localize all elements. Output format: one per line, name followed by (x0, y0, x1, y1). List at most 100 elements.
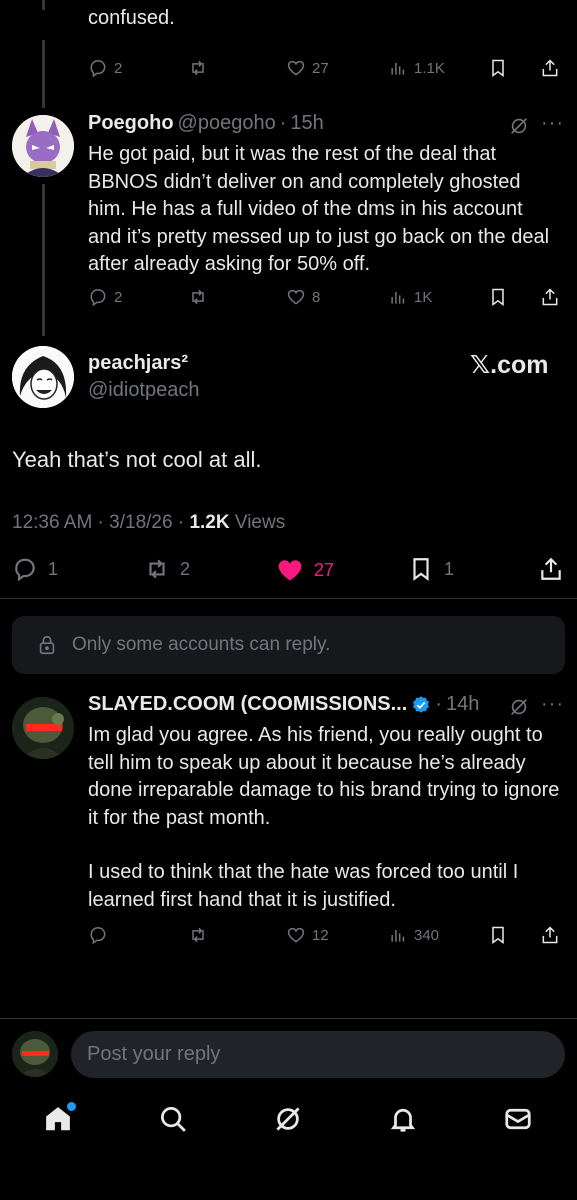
heart-icon-filled (278, 560, 302, 581)
thread-line-mid (42, 40, 45, 108)
messages-icon[interactable] (503, 1104, 533, 1139)
handle[interactable]: @poegoho (178, 112, 276, 135)
repost-button[interactable] (188, 287, 208, 307)
repost-button[interactable]: 2 (144, 556, 190, 582)
reply-button[interactable]: 2 (88, 287, 122, 307)
bookmark-button[interactable] (488, 287, 508, 307)
avatar-image (12, 697, 74, 759)
thread-line-poegoho (42, 184, 45, 336)
share-icon (542, 59, 558, 77)
views-icon (391, 292, 405, 304)
repost-button[interactable] (188, 58, 208, 78)
views-count: 340 (414, 926, 440, 944)
share-button[interactable] (540, 287, 560, 307)
grok-icon[interactable] (508, 696, 530, 723)
reply-button[interactable]: 2 (88, 58, 122, 78)
bookmark-icon (492, 926, 504, 944)
timestamp[interactable]: 14h (446, 693, 479, 716)
tweet-text-paragraph-1: Im glad you agree. As his friend, you re… (88, 724, 560, 829)
reply-restriction-banner: Only some accounts can reply. (12, 616, 565, 674)
grok-icon[interactable] (273, 1104, 303, 1139)
avatar[interactable] (12, 346, 74, 408)
avatar[interactable] (12, 115, 74, 177)
like-button[interactable]: 27 (276, 556, 334, 584)
repost-icon (192, 289, 204, 305)
post-action-row: 1 2 27 1 (12, 556, 567, 584)
share-icon (542, 926, 558, 944)
action-row: 12 340 (88, 925, 568, 949)
share-button[interactable] (540, 925, 560, 945)
like-count: 27 (314, 559, 335, 580)
reply-icon (90, 60, 106, 78)
repost-button[interactable] (188, 925, 208, 945)
notifications-icon[interactable] (388, 1104, 418, 1139)
action-row: 2 27 1.1K (88, 58, 568, 82)
repost-icon (192, 60, 204, 76)
reply-icon (90, 927, 106, 945)
handle[interactable]: @idiotpeach (88, 379, 199, 402)
brand-label: 𝕏.com (470, 351, 549, 379)
more-icon[interactable]: ··· (541, 693, 564, 716)
composer-divider (0, 1018, 577, 1019)
bookmark-icon (492, 288, 504, 306)
bottom-nav (0, 1090, 577, 1154)
notification-dot (67, 1102, 76, 1111)
views-button[interactable]: 1K (388, 287, 432, 307)
reply-button[interactable] (88, 925, 108, 945)
heart-icon (287, 60, 305, 76)
like-button[interactable]: 8 (286, 287, 320, 307)
views-label: Views (234, 512, 286, 533)
bookmark-button[interactable]: 1 (408, 556, 454, 582)
reply-count: 1 (48, 558, 59, 579)
repost-count: 2 (180, 558, 191, 579)
timestamp[interactable]: 15h (290, 112, 323, 135)
share-button[interactable] (538, 556, 564, 582)
bookmark-icon (413, 558, 429, 581)
display-name[interactable]: Poegoho (88, 112, 174, 135)
verified-badge-icon (413, 695, 430, 713)
post-text: Yeah that’s not cool at all. (12, 447, 262, 472)
composer-avatar[interactable] (12, 1031, 58, 1077)
post-timestamp[interactable]: 12:36 AM · 3/18/26 · (12, 512, 184, 533)
like-count: 27 (312, 59, 329, 77)
share-icon (541, 557, 561, 580)
share-button[interactable] (540, 58, 560, 78)
reply-count: 2 (114, 288, 123, 306)
thread-line-top (42, 0, 45, 10)
tweet-text-paragraph-2: I used to think that the hate was forced… (88, 861, 519, 911)
author-line: SLAYED.COOM (COOMISSIONS... · 14h (88, 693, 479, 716)
avatar[interactable] (12, 697, 74, 759)
reply-icon (15, 558, 35, 582)
reply-count: 2 (114, 59, 123, 77)
tweet-text-partial: confused. (88, 7, 175, 29)
like-button[interactable]: 27 (286, 58, 329, 78)
tweet-text: He got paid, but it was the rest of the … (88, 143, 550, 275)
reply-input-placeholder: Post your reply (87, 1043, 221, 1065)
views-count: 1.1K (414, 59, 445, 77)
heart-icon (287, 289, 305, 305)
views-icon (391, 63, 405, 75)
like-count: 8 (312, 288, 321, 306)
bookmark-button[interactable] (488, 925, 508, 945)
reply-button[interactable]: 1 (12, 556, 58, 582)
views-button[interactable]: 1.1K (388, 58, 445, 78)
views-icon (391, 930, 405, 942)
views-button[interactable]: 340 (388, 925, 439, 945)
repost-icon (192, 927, 204, 943)
home-icon[interactable] (43, 1102, 76, 1139)
bookmark-button[interactable] (488, 58, 508, 78)
heart-icon (287, 927, 305, 943)
display-name[interactable]: SLAYED.COOM (COOMISSIONS... (88, 693, 407, 716)
share-icon (542, 288, 558, 306)
search-icon[interactable] (158, 1104, 188, 1139)
like-button[interactable]: 12 (286, 925, 329, 945)
reply-input[interactable]: Post your reply (71, 1031, 565, 1078)
avatar-image (12, 115, 74, 177)
grok-icon[interactable] (508, 115, 530, 142)
like-count: 12 (312, 926, 329, 944)
lock-icon (39, 635, 55, 655)
more-icon[interactable]: ··· (541, 112, 564, 135)
reply-icon (90, 289, 106, 307)
display-name[interactable]: peachjars² (88, 352, 188, 375)
views-count: 1K (414, 288, 433, 306)
